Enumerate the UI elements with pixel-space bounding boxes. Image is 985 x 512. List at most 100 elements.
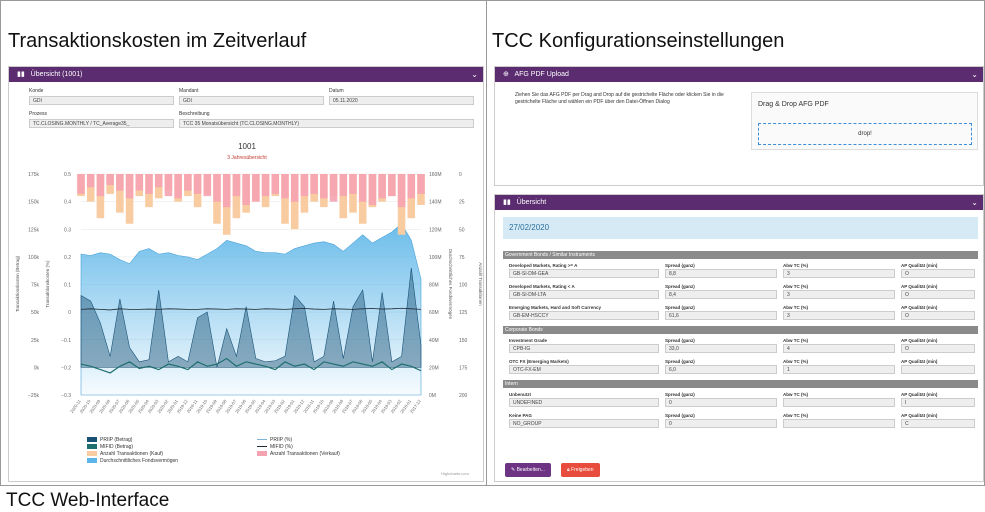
beschreibung-field[interactable]: TCC 35 Monatsübersicht (TC.CLOSING.MONTH… bbox=[179, 119, 474, 128]
group-header: Corporate Bonds bbox=[503, 326, 978, 334]
bar-verkauf bbox=[106, 174, 114, 186]
panel-divider bbox=[486, 0, 487, 486]
drop-title: Drag & Drop AFG PDF bbox=[758, 101, 829, 108]
bar-verkauf bbox=[125, 174, 134, 199]
bar-verkauf bbox=[203, 174, 212, 197]
drop-container: Drag & Drop AFG PDF drop! bbox=[751, 92, 978, 150]
drop-zone[interactable]: drop! bbox=[758, 123, 972, 145]
y-axis-label: Transaktionskosten (%) bbox=[45, 260, 50, 308]
row-label: Developed Markets, Rating < A bbox=[509, 284, 575, 289]
chevron-down-icon[interactable]: ⌄ bbox=[971, 195, 978, 210]
row-code-field[interactable]: GB-SI-DM-LTA bbox=[509, 290, 659, 299]
bar-chart-icon: ▮▮ bbox=[503, 199, 511, 206]
y-tick-label: 0.3 bbox=[64, 227, 71, 233]
y-tick-label: 125k bbox=[28, 227, 39, 233]
chart-credit: Highcharts.com bbox=[441, 471, 469, 476]
abw-field[interactable] bbox=[783, 398, 895, 407]
abw-field[interactable] bbox=[783, 419, 895, 428]
legend-mifid-betrag[interactable]: MIFID (Betrag) bbox=[87, 444, 133, 450]
panel-header[interactable]: ▮▮ Übersicht (1001) ⌄ bbox=[9, 67, 483, 82]
col-spread-label: Spread (ganz) bbox=[665, 413, 695, 418]
bar-verkauf bbox=[242, 174, 250, 205]
abw-field[interactable]: 1 bbox=[783, 365, 895, 374]
col-ap-label: AP Qualität (min) bbox=[901, 392, 938, 397]
col-spread-label: Spread (ganz) bbox=[665, 392, 695, 397]
spread-field[interactable]: 33,0 bbox=[665, 344, 777, 353]
bar-verkauf bbox=[417, 174, 425, 194]
spread-field[interactable]: 0 bbox=[665, 398, 777, 407]
datum-field[interactable]: 05.11.2020 bbox=[329, 96, 474, 105]
row-code-field[interactable]: GB-EM-HSCCY bbox=[509, 311, 659, 320]
abw-field[interactable]: 3 bbox=[783, 290, 895, 299]
group-header: Government Bonds / Similar Instruments bbox=[503, 251, 978, 259]
abw-field[interactable]: 3 bbox=[783, 269, 895, 278]
y-tick-label: 100M bbox=[429, 255, 442, 261]
abw-field[interactable]: 4 bbox=[783, 344, 895, 353]
bar-verkauf bbox=[193, 174, 202, 194]
chevron-down-icon[interactable]: ⌄ bbox=[971, 67, 978, 82]
afg-instructions: Ziehen Sie das AFG PDF per Drag and Drop… bbox=[515, 92, 724, 105]
release-button[interactable]: 🔒︎ Freigeben bbox=[561, 463, 600, 477]
ap-field[interactable]: O bbox=[901, 290, 975, 299]
chevron-down-icon[interactable]: ⌄ bbox=[471, 67, 478, 82]
legend-anzahl-verkauf[interactable]: Anzahl Transaktionen (Verkauf) bbox=[257, 451, 340, 457]
row-label: Keine PAG bbox=[509, 413, 532, 418]
row-label: Emerging Markets, Hard and Soft Currency bbox=[509, 305, 602, 310]
konde-field[interactable]: GDI bbox=[29, 96, 174, 105]
ap-field[interactable]: I bbox=[901, 398, 975, 407]
upload-icon: ⊕ bbox=[503, 71, 509, 78]
edit-button[interactable]: ✎ Bearbeiten... bbox=[505, 463, 551, 477]
bar-verkauf bbox=[378, 174, 386, 199]
date-bar: 27/02/2020 bbox=[503, 217, 978, 239]
bar-verkauf bbox=[329, 174, 338, 202]
col-abw-label: Abw TC (%) bbox=[783, 305, 808, 310]
ap-field[interactable]: O bbox=[901, 269, 975, 278]
legend-anzahl-kauf[interactable]: Anzahl Transaktionen (Kauf) bbox=[87, 451, 163, 457]
overview-title: Übersicht bbox=[516, 199, 547, 206]
ap-field[interactable]: O bbox=[901, 311, 975, 320]
group-header: Intern bbox=[503, 380, 978, 388]
ap-field[interactable]: O bbox=[901, 344, 975, 353]
prozess-field[interactable]: TC.CLOSING.MONTHLY / TC_Average35_ bbox=[29, 119, 174, 128]
bar-verkauf bbox=[397, 174, 406, 208]
y-tick-label: 80M bbox=[429, 283, 439, 289]
spread-field[interactable]: 8,8 bbox=[665, 269, 777, 278]
bar-verkauf bbox=[320, 174, 328, 199]
legend-mifid-pct[interactable]: MIFID (%) bbox=[257, 444, 293, 450]
ap-field[interactable]: C bbox=[901, 419, 975, 428]
beschreibung-label: Beschreibung bbox=[179, 111, 210, 117]
chart-canvas: 175k 150k 125k 100k 75k 50k 25k 0k −25k 0.5 0.4 0.3… bbox=[15, 172, 483, 414]
row-code-field[interactable]: OTC-FX-EM bbox=[509, 365, 659, 374]
row-code-field[interactable]: NO_GROUP bbox=[509, 419, 659, 428]
bar-verkauf bbox=[135, 174, 144, 191]
y-tick-label: 75 bbox=[459, 255, 465, 261]
chart-title: 1001 bbox=[238, 142, 256, 151]
row-code-field[interactable]: GB-SI-DM-GEA bbox=[509, 269, 659, 278]
spread-field[interactable]: 6,0 bbox=[665, 365, 777, 374]
legend-prip-pct[interactable]: PRIIP (%) bbox=[257, 437, 292, 443]
row-code-field[interactable]: UNDEFINED bbox=[509, 398, 659, 407]
y-tick-label: −25k bbox=[28, 393, 39, 399]
y-tick-label: 100 bbox=[459, 283, 468, 289]
y-tick-label: 0 bbox=[459, 172, 462, 178]
spread-field[interactable]: 8,4 bbox=[665, 290, 777, 299]
legend-prip-betrag[interactable]: PRIIP (Betrag) bbox=[87, 437, 132, 443]
col-abw-label: Abw TC (%) bbox=[783, 338, 808, 343]
overview-header[interactable]: ▮▮ Übersicht ⌄ bbox=[495, 195, 983, 210]
y-tick-label: 50k bbox=[31, 310, 40, 316]
legend-fondsvermoegen[interactable]: Durchschnittliches Fondsvermögen bbox=[87, 458, 178, 464]
col-abw-label: Abw TC (%) bbox=[783, 413, 808, 418]
abw-field[interactable]: 3 bbox=[783, 311, 895, 320]
y-tick-label: 60M bbox=[429, 310, 439, 316]
spread-field[interactable]: 61,6 bbox=[665, 311, 777, 320]
mandant-field[interactable]: GDI bbox=[179, 96, 324, 105]
col-ap-label: AP Qualität (min) bbox=[901, 359, 938, 364]
row-code-field[interactable]: CPB-IG bbox=[509, 344, 659, 353]
ap-field[interactable] bbox=[901, 365, 975, 374]
afg-header[interactable]: ⊕ AFG PDF Upload ⌄ bbox=[495, 67, 983, 82]
y-tick-label: 0 bbox=[68, 310, 71, 316]
bar-verkauf bbox=[349, 174, 357, 194]
y-tick-label: 160M bbox=[429, 172, 442, 178]
y-tick-label: −0.3 bbox=[61, 393, 71, 399]
spread-field[interactable]: 0 bbox=[665, 419, 777, 428]
